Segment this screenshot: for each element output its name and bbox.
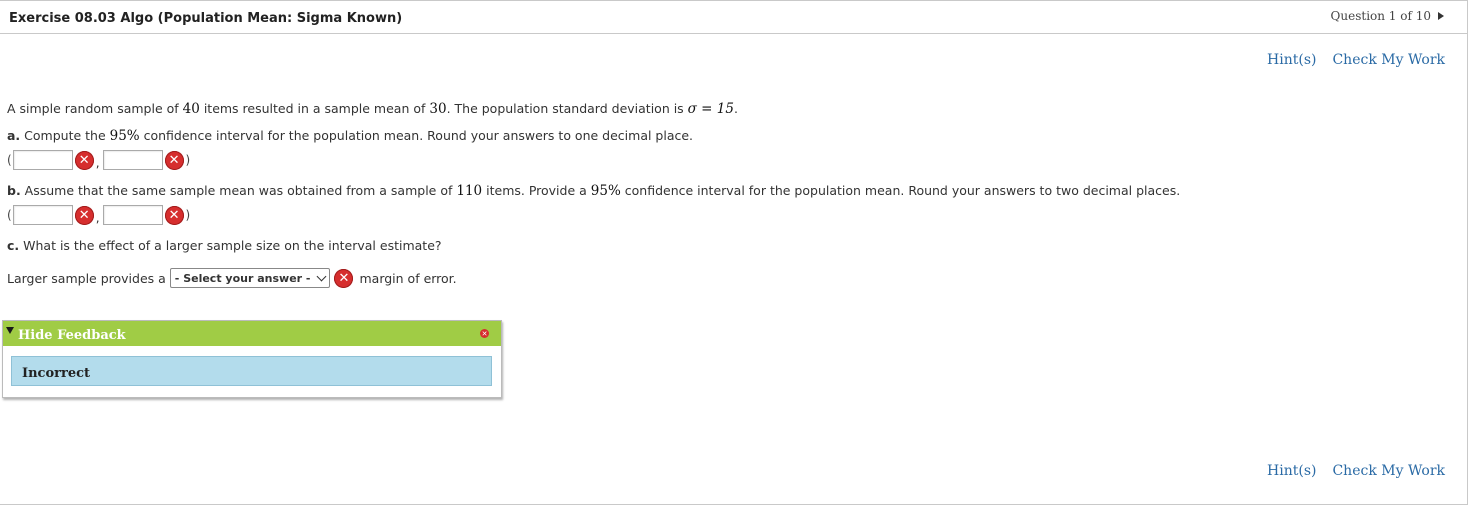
hints-link[interactable]: Hint(s) (1267, 463, 1316, 479)
part-a-lower-input[interactable] (12, 150, 73, 170)
open-paren: ( (7, 208, 12, 222)
part-a-text: Compute the (20, 128, 110, 143)
comma: , (95, 211, 100, 225)
open-paren: ( (7, 153, 12, 167)
x-circle-icon: ✕ (74, 205, 94, 225)
close-paren: ) (185, 153, 191, 167)
sample-mean: 30 (429, 101, 447, 117)
sigma-value: σ = 15 (687, 101, 734, 117)
feedback-message: Incorrect (22, 366, 91, 381)
exercise-title: Exercise 08.03 Algo (Population Mean: Si… (9, 11, 403, 26)
select-value: - Select your answer - (174, 271, 311, 285)
part-a-label: a. (7, 128, 21, 143)
hide-feedback-toggle[interactable]: Hide Feedback (18, 328, 126, 343)
problem-text: A simple random sample of (7, 101, 183, 116)
hints-link[interactable]: Hint(s) (1267, 52, 1316, 68)
part-b-label: b. (7, 183, 21, 198)
close-paren: ) (185, 208, 191, 222)
part-c-answer-row: Larger sample provides a - Select your a… (7, 268, 457, 288)
part-b-text: items. Provide a (482, 183, 591, 198)
bottom-actions: Hint(s) Check My Work (1267, 463, 1445, 479)
part-c-answer-suffix: margin of error. (359, 270, 457, 286)
part-c-prompt: c. What is the effect of a larger sample… (7, 238, 442, 253)
part-b-confidence: 95% (590, 183, 621, 199)
check-my-work-link[interactable]: Check My Work (1332, 463, 1445, 479)
margin-of-error-select[interactable]: - Select your answer - (169, 268, 331, 288)
x-circle-icon: ✕ (164, 205, 184, 225)
sample-size: 40 (182, 101, 200, 117)
part-a-text: confidence interval for the population m… (139, 128, 694, 143)
feedback-message-box: Incorrect (11, 356, 492, 386)
part-b-text: Assume that the same sample mean was obt… (20, 183, 457, 198)
problem-statement: A simple random sample of 40 items resul… (7, 101, 738, 117)
part-b-prompt: b. Assume that the same sample mean was … (7, 183, 1180, 199)
part-a-answer-row: ( ✕ , ✕ ) (7, 150, 191, 170)
part-c-label: c. (7, 238, 20, 253)
collapse-icon (6, 327, 14, 334)
part-a-confidence: 95% (109, 128, 140, 144)
part-c-answer-prefix: Larger sample provides a (7, 270, 166, 286)
check-my-work-link[interactable]: Check My Work (1332, 52, 1445, 68)
part-b-text: confidence interval for the population m… (620, 183, 1181, 198)
part-c-text: What is the effect of a larger sample si… (19, 238, 442, 253)
part-b-upper-input[interactable] (102, 205, 163, 225)
part-b-lower-input[interactable] (12, 205, 73, 225)
x-circle-icon: ✕ (74, 150, 94, 170)
problem-text: . The population standard deviation is (446, 101, 688, 116)
part-a-upper-input[interactable] (102, 150, 163, 170)
part-b-answer-row: ( ✕ , ✕ ) (7, 205, 191, 225)
x-circle-icon: ✕ (334, 268, 354, 288)
next-question-icon[interactable] (1438, 12, 1444, 20)
close-icon[interactable]: ✕ (480, 329, 489, 338)
feedback-panel: Hide Feedback ✕ Incorrect (2, 320, 502, 398)
exercise-header: Exercise 08.03 Algo (Population Mean: Si… (0, 0, 1467, 34)
question-navigator[interactable]: Question 1 of 10 (1331, 9, 1444, 23)
problem-text: items resulted in a sample mean of (199, 101, 430, 116)
top-actions: Hint(s) Check My Work (1267, 52, 1445, 68)
question-counter: Question 1 of 10 (1330, 9, 1431, 23)
problem-text: . (733, 101, 738, 116)
x-circle-icon: ✕ (164, 150, 184, 170)
part-a-prompt: a. Compute the 95% confidence interval f… (7, 128, 693, 144)
part-b-sample-size: 110 (456, 183, 483, 199)
chevron-down-icon (317, 271, 327, 282)
feedback-header[interactable]: Hide Feedback ✕ (3, 321, 501, 346)
comma: , (95, 156, 100, 170)
